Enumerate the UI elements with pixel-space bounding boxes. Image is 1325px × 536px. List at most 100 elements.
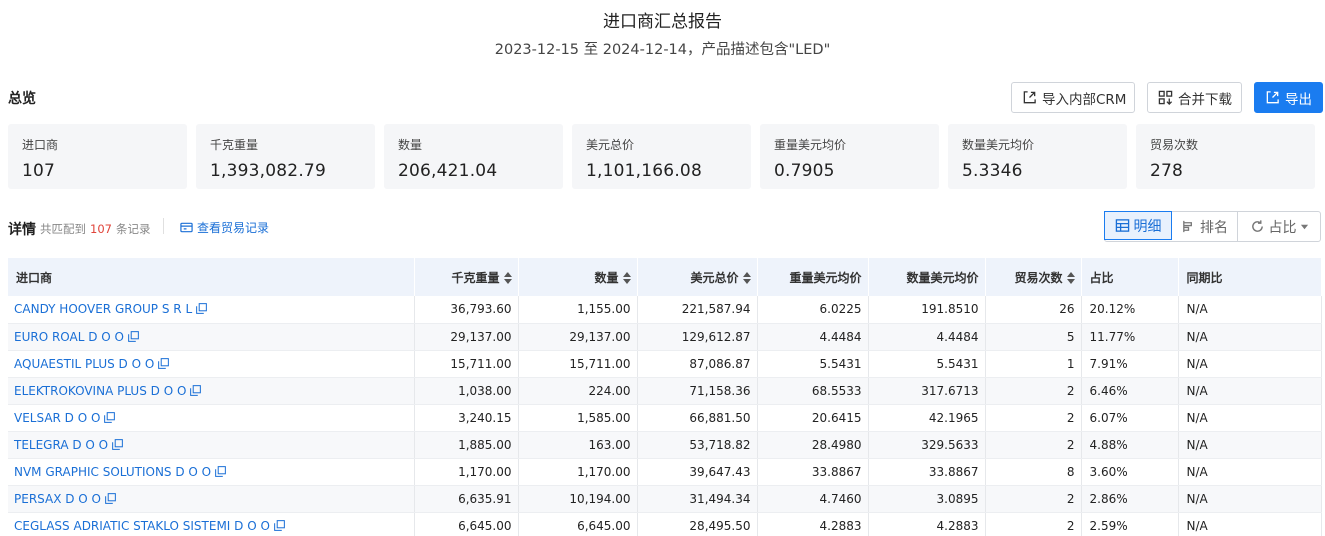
importer-name-link[interactable]: AQUAESTIL PLUS D O O [14,357,154,371]
stat-label: 数量 [398,138,423,152]
col-header-importer: 进口商 [8,258,415,296]
overview-heading: 总览 [8,91,36,107]
qty-avg-price-cell: 33.8867 [868,458,986,486]
stat-label: 千克重量 [210,138,259,152]
yoy-cell: N/A [1178,377,1322,405]
yoy-cell: N/A [1178,296,1322,324]
copy-icon[interactable] [128,330,139,342]
quantity-cell: 1,170.00 [518,458,638,486]
copy-icon[interactable] [112,438,123,450]
col-header-quantity[interactable]: 数量 [518,258,638,296]
view-mode-detail[interactable]: 明细 [1104,211,1172,240]
weight-avg-price-cell: 33.8867 [757,458,869,486]
trade-count-cell: 2 [985,431,1082,459]
view-mode-share[interactable]: 占比 [1238,212,1320,241]
importer-cell: PERSAX D O O [8,485,415,513]
total-usd-cell: 28,495.50 [637,512,758,536]
yoy-cell: N/A [1178,431,1322,459]
copy-icon[interactable] [104,411,116,423]
importer-name-link[interactable]: TELEGRA D O O [14,438,108,452]
importer-cell: ELEKTROKOVINA PLUS D O O [8,377,415,405]
copy-icon[interactable] [158,357,170,369]
yoy-cell: N/A [1178,485,1322,513]
merge-download-button[interactable]: 合并下载 [1147,82,1242,113]
quantity-cell: 163.00 [518,431,638,459]
col-header-label: 数量 [594,270,619,285]
copy-icon[interactable] [215,465,226,477]
weight-cell: 6,635.91 [414,485,519,513]
importer-name-link[interactable]: CEGLASS ADRIATIC STAKLO SISTEMI D O O [14,519,270,533]
view-mode-rank[interactable]: 排名 [1172,212,1238,241]
importer-name-link[interactable]: NVM GRAPHIC SOLUTIONS D O O [14,465,211,479]
copy-icon[interactable] [196,303,207,315]
weight-cell: 29,137.00 [414,323,519,351]
importer-cell: AQUAESTIL PLUS D O O [8,350,415,378]
weight-cell: 1,885.00 [414,431,519,459]
col-header-total-usd[interactable]: 美元总价 [637,258,758,296]
total-usd-cell: 129,612.87 [637,323,758,351]
details-heading: 详情 [8,222,36,238]
match-suffix: 条记录 [115,222,151,236]
stat-label: 数量美元均价 [962,138,1035,152]
page-subtitle: 2023-12-15 至 2024-12-14，产品描述包含"LED" [494,42,831,58]
copy-icon[interactable] [105,492,116,504]
weight-avg-price-cell: 20.6415 [757,404,869,432]
sort-icon [503,271,512,284]
stat-label: 进口商 [22,138,59,152]
view-mode-switch: 明细 排名 占比 [1104,211,1321,242]
share-cell: 6.46% [1081,377,1179,405]
yoy-cell: N/A [1178,512,1322,536]
col-header-weight[interactable]: 千克重量 [414,258,519,296]
copy-icon[interactable] [274,519,285,531]
total-usd-cell: 221,587.94 [637,296,758,324]
importer-name-link[interactable]: PERSAX D O O [14,492,101,506]
quantity-cell: 29,137.00 [518,323,638,351]
stat-card-quantity: 数量 206,421.04 [384,124,563,189]
export-icon [1266,91,1279,104]
importer-name-link[interactable]: VELSAR D O O [14,411,100,425]
stat-card-qty-avg-price: 数量美元均价 5.3346 [948,124,1127,189]
weight-avg-price-cell: 5.5431 [757,350,869,378]
qty-avg-price-cell: 4.2883 [868,512,986,536]
weight-avg-price-cell: 28.4980 [757,431,869,459]
col-header-share: 占比 [1081,258,1179,296]
importer-cell: VELSAR D O O [8,404,415,432]
match-summary: 共匹配到 107 条记录 [40,221,150,237]
import-crm-button[interactable]: 导入内部CRM [1011,82,1135,113]
yoy-cell: N/A [1178,404,1322,432]
importer-name-link[interactable]: ELEKTROKOVINA PLUS D O O [14,384,186,398]
trade-count-cell: 8 [985,458,1082,486]
importer-name-link[interactable]: CANDY HOOVER GROUP S R L [14,302,192,316]
col-header-label: 千克重量 [451,270,500,285]
weight-avg-price-cell: 4.4484 [757,323,869,351]
table-icon [1115,219,1129,232]
quantity-cell: 6,645.00 [518,512,638,536]
stat-card-weight: 千克重量 1,393,082.79 [196,124,375,189]
yoy-cell: N/A [1178,350,1322,378]
stat-label: 贸易次数 [1150,138,1199,152]
weight-cell: 15,711.00 [414,350,519,378]
stat-card-total-usd: 美元总价 1,101,166.08 [572,124,751,189]
merge-icon [1158,90,1173,105]
view-trade-records-link[interactable]: 查看贸易记录 [180,219,269,236]
share-cell: 2.59% [1081,512,1179,536]
importer-cell: CEGLASS ADRIATIC STAKLO SISTEMI D O O [8,512,415,536]
trade-count-cell: 2 [985,512,1082,536]
table-row: TELEGRA D O O 1,885.00 163.00 53,718.82 28.4… [8,431,1322,459]
export-button[interactable]: 导出 [1254,82,1323,113]
rank-icon [1183,220,1192,233]
importer-cell: EURO ROAL D O O [8,323,415,351]
share-cell: 11.77% [1081,323,1179,351]
trade-count-cell: 2 [985,485,1082,513]
stat-label: 美元总价 [586,138,635,152]
importer-name-link[interactable]: EURO ROAL D O O [14,330,124,344]
weight-avg-price-cell: 6.0225 [757,296,869,324]
stat-label: 重量美元均价 [774,138,847,152]
total-usd-cell: 53,718.82 [637,431,758,459]
stat-value: 0.7905 [774,161,835,181]
refresh-icon [1251,220,1263,232]
copy-icon[interactable] [190,384,202,396]
col-header-trade-count[interactable]: 贸易次数 [985,258,1082,296]
page-title: 进口商汇总报告 [603,12,722,32]
weight-cell: 36,793.60 [414,296,519,324]
